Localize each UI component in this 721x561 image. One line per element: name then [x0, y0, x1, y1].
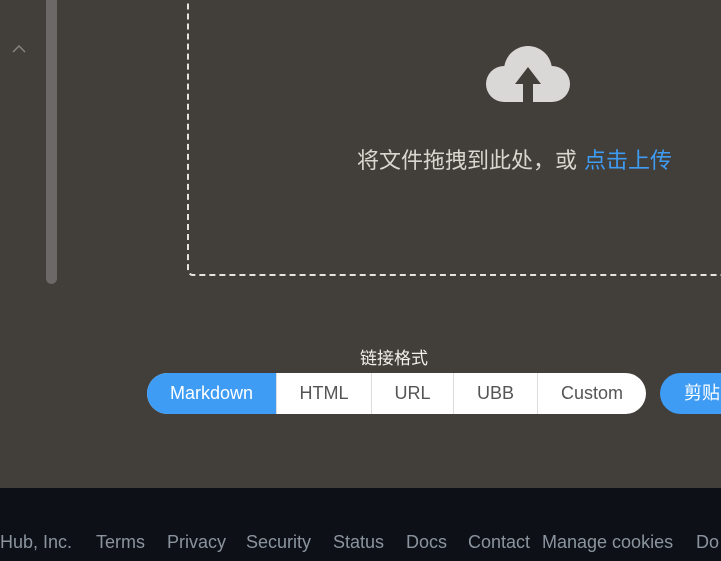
- click-upload-link[interactable]: 点击上传: [584, 149, 672, 174]
- upload-instructions: 将文件拖拽到此处，或 点击上传: [357, 146, 672, 178]
- format-markdown-button[interactable]: Markdown: [147, 373, 276, 414]
- drop-hint: 将文件拖拽到此处，或: [357, 149, 578, 174]
- scrollbar-thumb[interactable]: [46, 0, 57, 284]
- format-html-button[interactable]: HTML: [276, 373, 371, 414]
- footer-link-status[interactable]: Status: [333, 531, 384, 553]
- link-format-title: 链接格式: [360, 349, 428, 369]
- footer-link-terms[interactable]: Terms: [96, 531, 145, 553]
- clipboard-button[interactable]: 剪贴: [660, 373, 721, 414]
- footer-link-contact[interactable]: Contact: [468, 531, 530, 553]
- footer-link-do[interactable]: Do: [696, 531, 719, 553]
- footer-link-security[interactable]: Security: [246, 531, 311, 553]
- footer-link-docs[interactable]: Docs: [406, 531, 447, 553]
- footer-link-privacy[interactable]: Privacy: [167, 531, 226, 553]
- format-url-button[interactable]: URL: [371, 373, 453, 414]
- upload-dropzone[interactable]: [187, 0, 721, 276]
- cloud-upload-icon: [486, 46, 570, 106]
- footer: tHub, Inc. Terms Privacy Security Status…: [0, 488, 721, 561]
- chevron-up-icon[interactable]: [10, 42, 28, 56]
- format-ubb-button[interactable]: UBB: [453, 373, 537, 414]
- footer-link-manage-cookies[interactable]: Manage cookies: [542, 531, 673, 553]
- format-custom-button[interactable]: Custom: [537, 373, 646, 414]
- page: 将文件拖拽到此处，或 点击上传 链接格式 Markdown HTML URL U…: [0, 0, 721, 561]
- link-format-group: Markdown HTML URL UBB Custom: [147, 373, 646, 414]
- footer-copyright: tHub, Inc.: [0, 532, 73, 552]
